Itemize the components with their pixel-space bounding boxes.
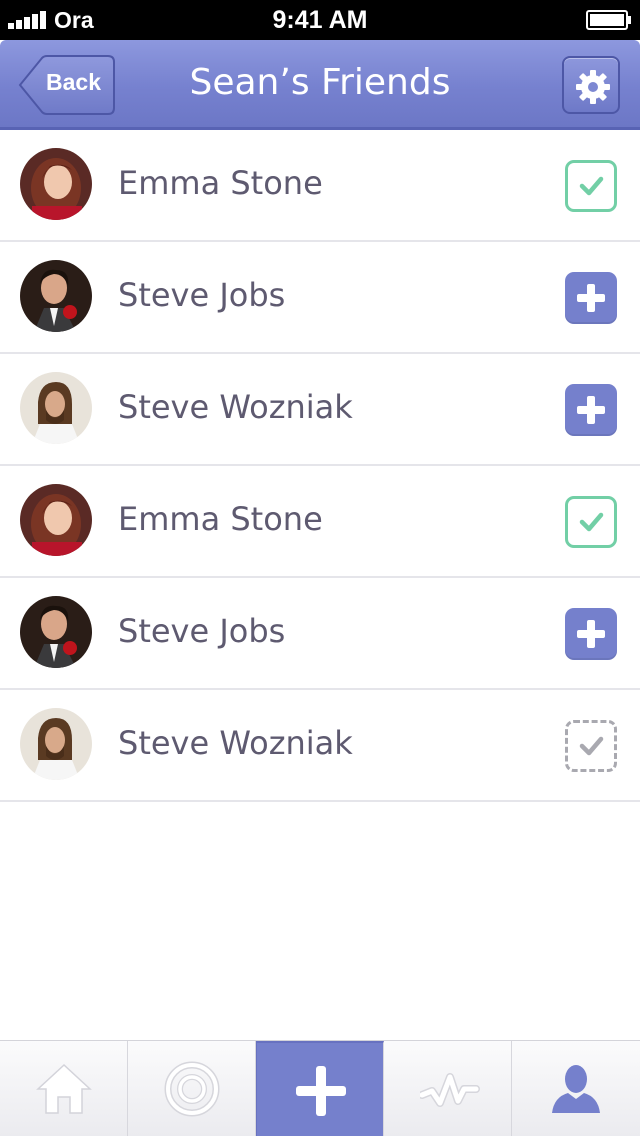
activity-icon	[420, 1073, 480, 1107]
status-time: 9:41 AM	[272, 6, 368, 34]
friend-name: Emma Stone	[118, 500, 323, 538]
avatar	[20, 596, 92, 668]
friend-row[interactable]: Emma Stone	[0, 466, 640, 578]
check-icon	[579, 736, 604, 756]
friend-row[interactable]: Steve Jobs	[0, 242, 640, 354]
page-title: Sean’s Friends	[189, 62, 451, 103]
pending-checkbox[interactable]	[565, 720, 617, 772]
friend-row[interactable]: Steve Wozniak	[0, 690, 640, 802]
friend-name: Steve Wozniak	[118, 724, 353, 762]
plus-icon	[296, 1066, 346, 1116]
target-icon	[164, 1061, 220, 1117]
home-icon	[36, 1063, 92, 1114]
avatar	[20, 484, 92, 556]
tab-profile[interactable]	[512, 1041, 640, 1136]
plus-icon	[577, 284, 605, 312]
battery-icon	[586, 10, 631, 30]
friend-row[interactable]: Steve Jobs	[0, 578, 640, 690]
avatar	[20, 148, 92, 220]
plus-icon	[577, 620, 605, 648]
back-button-label: Back	[46, 69, 101, 95]
friend-row[interactable]: Emma Stone	[0, 130, 640, 242]
add-friend-button[interactable]	[565, 272, 617, 324]
friends-list: Emma Stone Steve Jobs Steve Wozniak Emma…	[0, 130, 640, 802]
friend-row[interactable]: Steve Wozniak	[0, 354, 640, 466]
friend-name: Steve Wozniak	[118, 388, 353, 426]
added-checkbox[interactable]	[565, 160, 617, 212]
tab-home[interactable]	[0, 1041, 128, 1136]
avatar	[20, 260, 92, 332]
profile-icon	[552, 1065, 600, 1113]
check-icon	[579, 512, 604, 532]
tab-add[interactable]	[256, 1041, 384, 1136]
tab-bar	[0, 1040, 640, 1136]
check-icon	[579, 176, 604, 196]
tab-activity[interactable]	[384, 1041, 512, 1136]
add-friend-button[interactable]	[565, 608, 617, 660]
friend-name: Steve Jobs	[118, 276, 286, 314]
status-bar: Ora 9:41 AM	[0, 0, 640, 40]
avatar	[20, 372, 92, 444]
settings-button[interactable]	[562, 56, 620, 114]
back-button[interactable]: Back	[16, 55, 116, 115]
add-friend-button[interactable]	[565, 384, 617, 436]
tab-target[interactable]	[128, 1041, 256, 1136]
friend-name: Steve Jobs	[118, 612, 286, 650]
avatar	[20, 708, 92, 780]
added-checkbox[interactable]	[565, 496, 617, 548]
friend-name: Emma Stone	[118, 164, 323, 202]
navigation-bar: Back Sean’s Friends	[0, 40, 640, 130]
plus-icon	[577, 396, 605, 424]
gear-icon	[576, 70, 610, 104]
